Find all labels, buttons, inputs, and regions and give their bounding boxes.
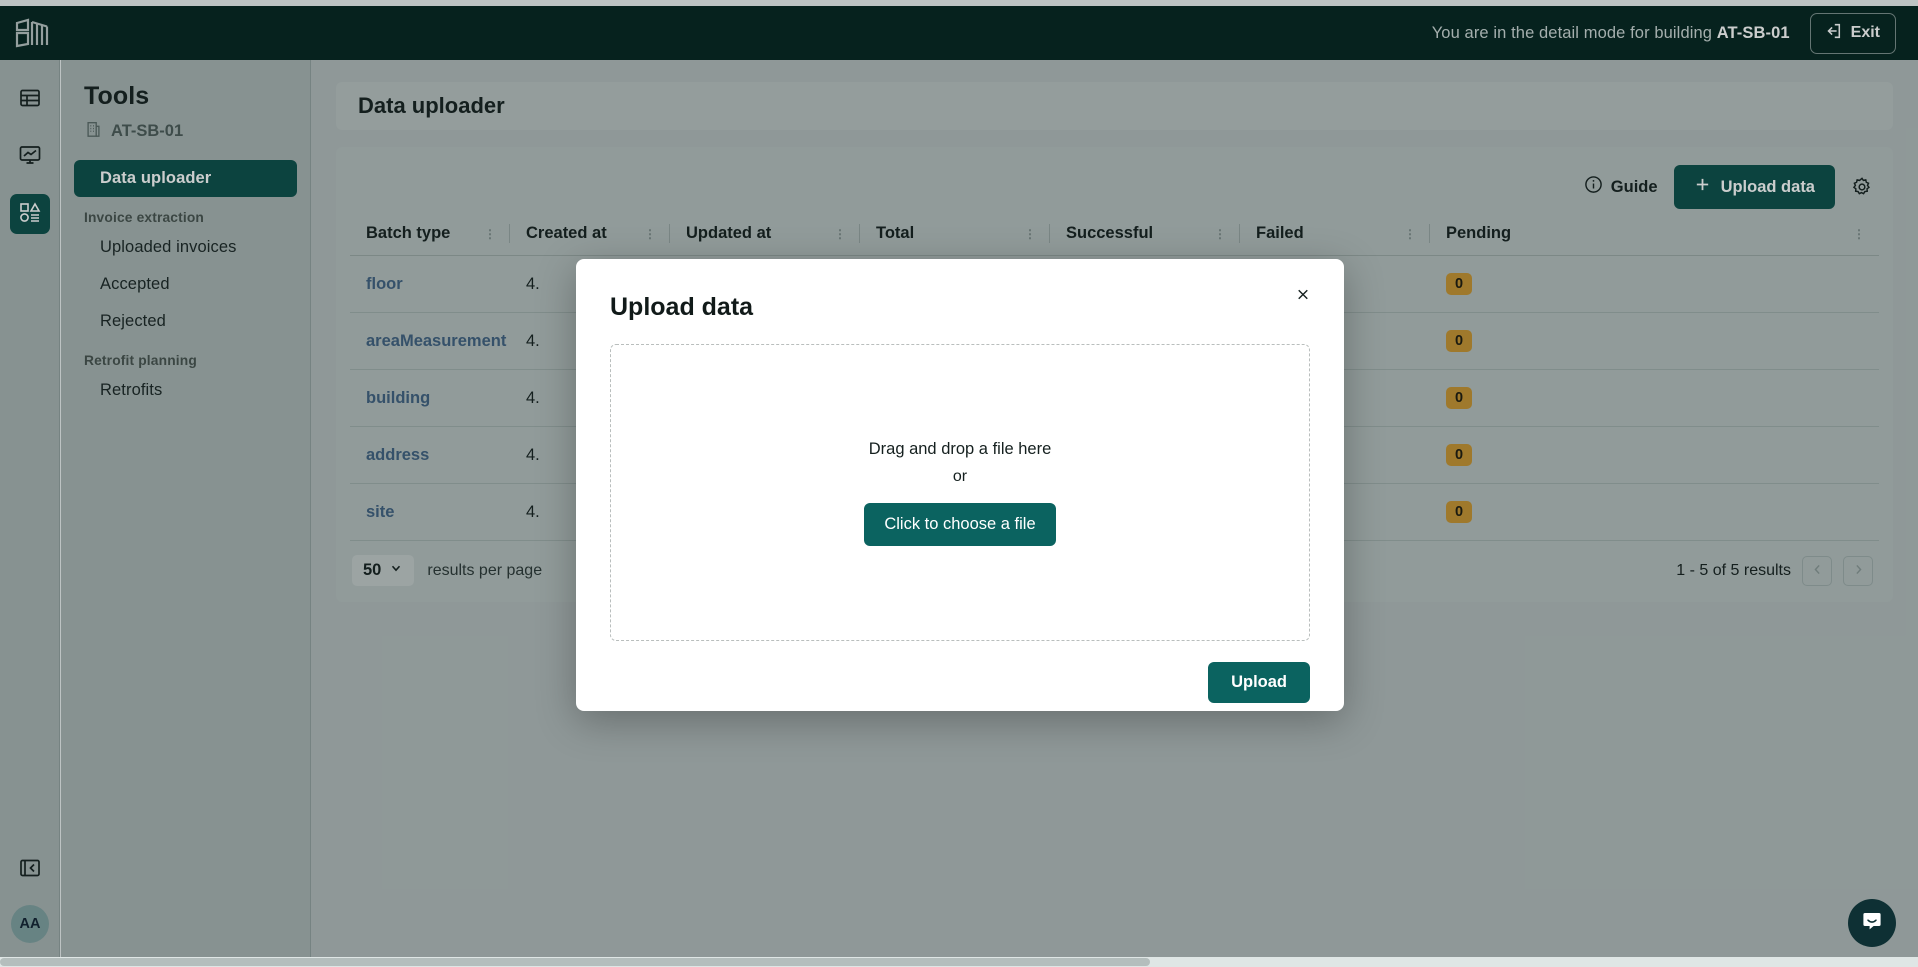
horizontal-scrollbar[interactable]: [0, 957, 1918, 967]
dropzone-or: or: [952, 467, 968, 485]
modal-title: Upload data: [610, 293, 754, 321]
choose-file-button-label: Click to choose a file: [884, 514, 1036, 533]
dropzone-instruction: Drag and drop a file here: [868, 439, 1052, 458]
modal-actions: Upload: [610, 662, 1310, 703]
app-root: You are in the detail mode for building …: [0, 0, 1918, 967]
upload-button[interactable]: Upload: [1208, 662, 1310, 703]
file-dropzone[interactable]: Drag and drop a file here or Click to ch…: [610, 344, 1310, 641]
close-icon[interactable]: [1290, 281, 1316, 307]
choose-file-button[interactable]: Click to choose a file: [864, 502, 1056, 546]
upload-button-label: Upload: [1231, 673, 1287, 691]
chat-bubble-icon: [1860, 909, 1884, 938]
scrollbar-thumb[interactable]: [0, 958, 1150, 966]
upload-data-modal: Upload data Drag and drop a file here or…: [576, 259, 1344, 711]
chat-widget-button[interactable]: [1848, 899, 1896, 947]
